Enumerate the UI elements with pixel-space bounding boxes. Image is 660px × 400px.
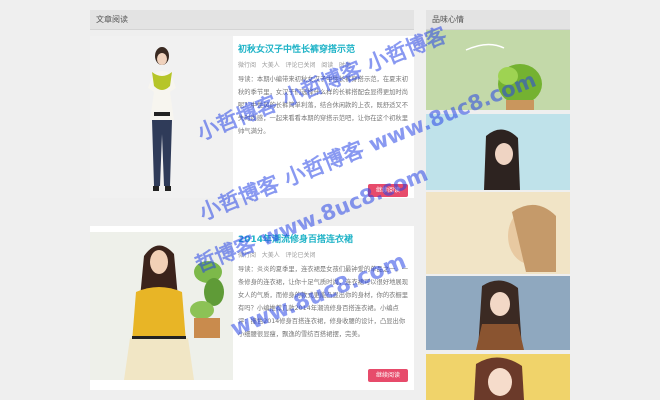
article-thumbnail[interactable] — [90, 232, 233, 380]
article-list: 文章阅读 初秋女汉子中性长裤穿搭示范 微行阅 大美人 评论已关闭 阅读 时尚 导… — [90, 10, 414, 400]
read-more-button[interactable]: 继续阅读 — [368, 184, 408, 197]
meta-views: 阅读 — [321, 62, 334, 69]
meta-comments: 评论已关闭 — [285, 252, 316, 259]
sidebar-image[interactable] — [426, 354, 570, 400]
article-excerpt: 导读：炎炎的夏季里，连衣裙是女孩们最钟爱的单品之一，一条修身的连衣裙，让你十足气… — [238, 266, 409, 338]
article-card[interactable]: 2014年潮流修身百搭连衣裙 微行阅 大美人 评论已关闭 导读：炎炎的夏季里，连… — [90, 226, 414, 390]
meta-author[interactable]: 大美人 — [262, 62, 280, 69]
article-meta: 微行阅 大美人 评论已关闭 阅读 时尚 — [238, 60, 351, 69]
article-thumbnail[interactable] — [90, 36, 233, 198]
sidebar: 品味心情 — [426, 10, 570, 400]
sidebar-image[interactable] — [426, 30, 570, 110]
article-title[interactable]: 初秋女汉子中性长裤穿搭示范 — [238, 42, 355, 55]
sidebar-image[interactable] — [426, 114, 570, 190]
article-card[interactable]: 初秋女汉子中性长裤穿搭示范 微行阅 大美人 评论已关闭 阅读 时尚 导读：本期小… — [90, 36, 414, 198]
sidebar-image[interactable] — [426, 192, 570, 274]
read-more-button[interactable]: 继续阅读 — [368, 369, 408, 382]
meta-category[interactable]: 微行阅 — [238, 62, 256, 69]
section-title-sidebar: 品味心情 — [426, 10, 570, 30]
meta-tag[interactable]: 时尚 — [339, 62, 351, 69]
article-title[interactable]: 2014年潮流修身百搭连衣裙 — [238, 232, 353, 245]
meta-comments: 评论已关闭 — [285, 62, 316, 69]
meta-author[interactable]: 大美人 — [262, 252, 280, 259]
article-excerpt: 导读：本期小编带来初秋女汉子中性长裤穿搭示范，在夏末初秋的季节里，女汉子们选择什… — [238, 76, 409, 135]
sidebar-image[interactable] — [426, 276, 570, 350]
section-title-articles: 文章阅读 — [90, 10, 414, 30]
meta-category[interactable]: 微行阅 — [238, 252, 256, 259]
article-meta: 微行阅 大美人 评论已关闭 — [238, 250, 316, 259]
